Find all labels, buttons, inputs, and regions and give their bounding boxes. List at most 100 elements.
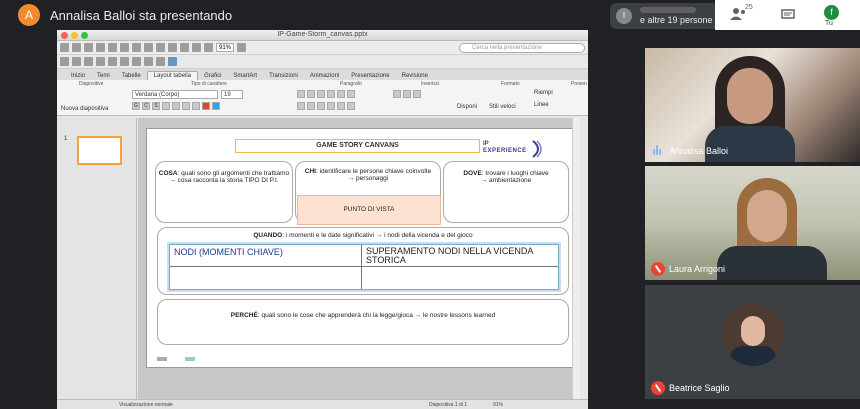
lines-button[interactable]: Linee [534, 102, 549, 108]
window-titlebar: IP-Game-Storm_canvas.pptx [57, 30, 588, 41]
chat-button[interactable] [781, 8, 795, 26]
others-chip[interactable]: I e altre 19 persone [610, 3, 719, 29]
participant-tile-beatrice[interactable]: Beatrice Saglio [645, 285, 860, 399]
help-icon[interactable] [237, 43, 247, 52]
table-icon[interactable] [192, 43, 201, 52]
line-spacing-button[interactable] [337, 90, 345, 98]
indent-icon[interactable] [72, 57, 81, 66]
punto-di-vista-box[interactable]: PUNTO DI VISTA [297, 195, 441, 225]
table-cell-superamento[interactable]: SUPERAMENTO NODI NELLA VICENDA STORICA [362, 245, 558, 267]
subscript-button[interactable] [182, 102, 190, 110]
copy-icon[interactable] [132, 43, 141, 52]
new-slide-button[interactable]: Nuova diapositiva [61, 106, 108, 112]
picture-button[interactable] [413, 90, 421, 98]
arrange-button[interactable]: Disponi [457, 104, 477, 110]
undo-icon[interactable] [168, 43, 177, 52]
arrange-icon[interactable] [144, 57, 153, 66]
presenting-label: Annalisa Balloi sta presentando [50, 7, 233, 23]
font-color-button[interactable] [202, 102, 210, 110]
participant-tile-annalisa[interactable]: Annalisa Balloi [645, 48, 860, 162]
tab-presentazione[interactable]: Presentazione [345, 72, 395, 80]
participant-tile-laura[interactable]: Laura Arrigoni [645, 166, 860, 280]
print-icon[interactable] [108, 43, 117, 52]
chat-icon [781, 9, 795, 19]
search-input[interactable]: Cerca nella presentazione [459, 43, 585, 53]
insert-buttons [393, 90, 421, 98]
table-cell-empty-1[interactable] [170, 267, 362, 289]
justify-icon[interactable] [120, 57, 129, 66]
tab-transizioni[interactable]: Transizioni [263, 72, 304, 80]
numbering-button[interactable] [307, 90, 315, 98]
save-icon[interactable] [96, 43, 105, 52]
cut-icon[interactable] [120, 43, 129, 52]
dove-box[interactable]: DOVE: trovare i luoghi chiave → ambienta… [443, 161, 569, 223]
justify-button[interactable] [327, 102, 335, 110]
window-title: IP-Game-Storm_canvas.pptx [277, 31, 368, 38]
open-icon[interactable] [84, 43, 93, 52]
bold-button[interactable]: G [132, 102, 140, 110]
sidebar-icon[interactable] [204, 43, 213, 52]
participants-button[interactable]: 25 [729, 4, 753, 27]
slide[interactable]: GAME STORY CANVANS IP EXPERIENCE COSA: q… [146, 128, 574, 368]
self-avatar: f [824, 5, 839, 20]
meet-icons-bar: 25 f Tu [715, 0, 860, 30]
text-box-icon[interactable] [156, 57, 165, 66]
outdent-icon[interactable] [60, 57, 69, 66]
table-cell-nodi[interactable]: NODI (MOMENTI CHIAVE) [170, 245, 362, 267]
perche-box[interactable]: PERCHÉ: quali sono le cose che apprender… [157, 299, 569, 345]
align-right-icon[interactable] [108, 57, 117, 66]
format-painter-icon[interactable] [156, 43, 165, 52]
self-button[interactable]: f Tu [824, 5, 839, 27]
align-right-button[interactable] [317, 102, 325, 110]
tab-layout-tabella[interactable]: Layout tabella [146, 71, 199, 80]
increase-indent-button[interactable] [327, 90, 335, 98]
shape-button[interactable] [403, 90, 411, 98]
cosa-box[interactable]: COSA: quali sono gli argomenti che tratt… [155, 161, 293, 223]
shape-icon[interactable] [132, 57, 141, 66]
align-left-button[interactable] [297, 102, 305, 110]
table-cell-empty-2[interactable] [362, 267, 558, 289]
dove-label: DOVE [463, 170, 482, 177]
change-case-button[interactable] [192, 102, 200, 110]
redo-icon[interactable] [180, 43, 189, 52]
new-icon[interactable] [60, 43, 69, 52]
tab-temi[interactable]: Temi [91, 72, 116, 80]
superscript-button[interactable] [172, 102, 180, 110]
fill-button[interactable]: Riempi [534, 90, 553, 96]
zoom-select[interactable]: 91% [216, 43, 235, 52]
underline-button[interactable]: S [152, 102, 160, 110]
strikethrough-button[interactable] [162, 102, 170, 110]
cosa-text-2: → cosa racconta la storia TIPO DI P.I. [169, 177, 279, 184]
quick-styles-button[interactable]: Stili veloci [489, 104, 516, 110]
speaking-indicator [653, 145, 661, 155]
video-body [705, 126, 795, 162]
highlight-button[interactable] [212, 102, 220, 110]
tab-inizio[interactable]: Inizio [65, 72, 91, 80]
tab-revisione[interactable]: Revisione [396, 72, 434, 80]
align-text-button[interactable] [347, 102, 355, 110]
text-direction-button[interactable] [337, 102, 345, 110]
drawing-toolbar [57, 55, 588, 69]
font-size-select[interactable]: 19 [221, 90, 243, 99]
dove-text-2: → ambientazione [480, 177, 532, 184]
font-name-select[interactable]: Verdana (Corpo) [132, 90, 218, 99]
columns-button[interactable] [347, 90, 355, 98]
align-left-icon[interactable] [84, 57, 93, 66]
slide-thumbnail[interactable] [77, 136, 122, 165]
grid-icon[interactable] [72, 43, 81, 52]
italic-button[interactable]: C [142, 102, 150, 110]
picture-icon[interactable] [168, 57, 177, 66]
decrease-indent-button[interactable] [317, 90, 325, 98]
align-center-button[interactable] [307, 102, 315, 110]
tab-smartart[interactable]: SmartArt [227, 72, 263, 80]
tab-animazioni[interactable]: Animazioni [304, 72, 345, 80]
nodi-table[interactable]: NODI (MOMENTI CHIAVE) SUPERAMENTO NODI N… [167, 242, 561, 292]
vertical-scrollbar[interactable] [572, 118, 580, 399]
slide-title[interactable]: GAME STORY CANVANS [235, 139, 480, 153]
tab-tabelle[interactable]: Tabelle [116, 72, 147, 80]
tab-grafici[interactable]: Grafici [198, 72, 227, 80]
bullets-button[interactable] [297, 90, 305, 98]
align-center-icon[interactable] [96, 57, 105, 66]
textbox-button[interactable] [393, 90, 401, 98]
paste-icon[interactable] [144, 43, 153, 52]
